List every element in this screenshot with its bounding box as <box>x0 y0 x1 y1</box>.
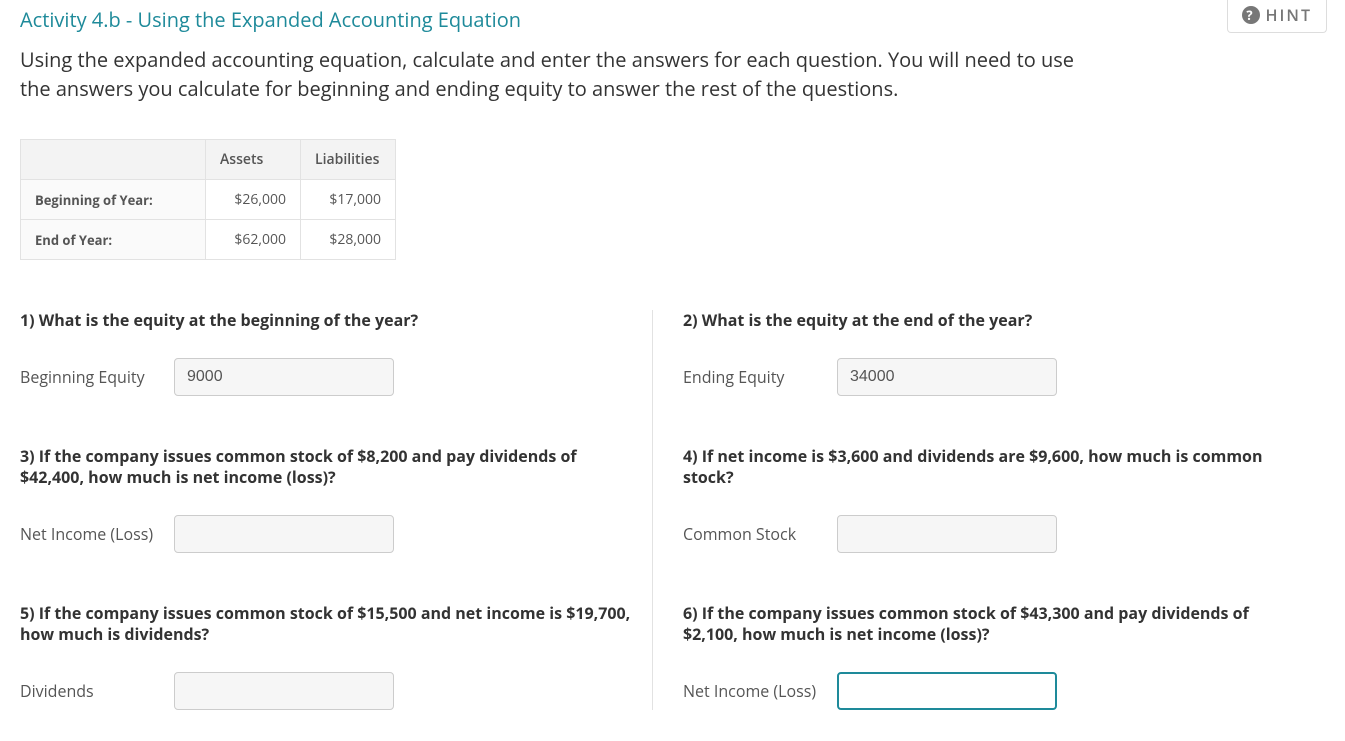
instructions-text: Using the expanded accounting equation, … <box>20 45 1080 103</box>
question-6: 6) If the company issues common stock of… <box>683 603 1295 710</box>
activity-title: Activity 4.b - Using the Expanded Accoun… <box>20 6 1325 33</box>
hint-label: HINT <box>1266 4 1312 26</box>
beginning-equity-input[interactable] <box>174 358 394 396</box>
left-column: 1) What is the equity at the beginning o… <box>20 310 653 710</box>
ending-equity-input[interactable] <box>837 358 1057 396</box>
question-text: 2) What is the equity at the end of the … <box>683 310 1295 332</box>
table-row: Beginning of Year: $26,000 $17,000 <box>21 180 396 220</box>
question-text: 1) What is the equity at the beginning o… <box>20 310 632 332</box>
answer-label: Ending Equity <box>683 366 823 388</box>
question-1: 1) What is the equity at the beginning o… <box>20 310 632 396</box>
question-text: 6) If the company issues common stock of… <box>683 603 1295 646</box>
questions-container: 1) What is the equity at the beginning o… <box>20 310 1325 710</box>
table-header-blank <box>21 140 206 180</box>
table-row: End of Year: $62,000 $28,000 <box>21 220 396 260</box>
question-2: 2) What is the equity at the end of the … <box>683 310 1295 396</box>
question-text: 5) If the company issues common stock of… <box>20 603 632 646</box>
right-column: 2) What is the equity at the end of the … <box>653 310 1325 710</box>
answer-label: Dividends <box>20 680 160 702</box>
row-label: Beginning of Year: <box>21 180 206 220</box>
cell-liabilities: $17,000 <box>301 180 396 220</box>
net-income-loss-input-q6[interactable] <box>837 672 1057 710</box>
data-table: Assets Liabilities Beginning of Year: $2… <box>20 139 396 260</box>
common-stock-input[interactable] <box>837 515 1057 553</box>
cell-assets: $26,000 <box>206 180 301 220</box>
question-icon: ? <box>1242 6 1260 24</box>
question-5: 5) If the company issues common stock of… <box>20 603 632 710</box>
answer-label: Net Income (Loss) <box>20 523 160 545</box>
question-text: 4) If net income is $3,600 and dividends… <box>683 446 1295 489</box>
hint-button[interactable]: ? HINT <box>1227 0 1327 33</box>
question-4: 4) If net income is $3,600 and dividends… <box>683 446 1295 553</box>
table-header-liabilities: Liabilities <box>301 140 396 180</box>
cell-assets: $62,000 <box>206 220 301 260</box>
net-income-loss-input-q3[interactable] <box>174 515 394 553</box>
dividends-input[interactable] <box>174 672 394 710</box>
table-header-assets: Assets <box>206 140 301 180</box>
question-text: 3) If the company issues common stock of… <box>20 446 632 489</box>
cell-liabilities: $28,000 <box>301 220 396 260</box>
answer-label: Beginning Equity <box>20 366 160 388</box>
answer-label: Common Stock <box>683 523 823 545</box>
question-3: 3) If the company issues common stock of… <box>20 446 632 553</box>
answer-label: Net Income (Loss) <box>683 680 823 702</box>
row-label: End of Year: <box>21 220 206 260</box>
